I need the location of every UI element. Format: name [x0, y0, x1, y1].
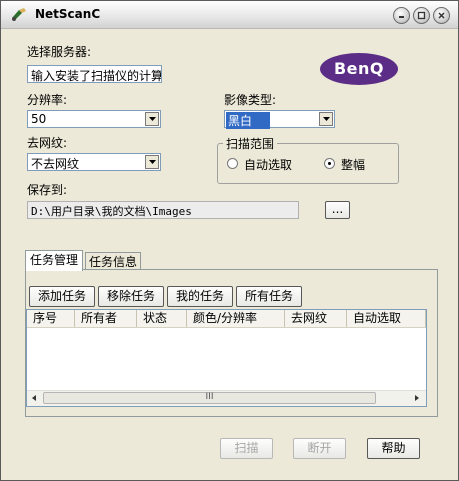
- column-header-number[interactable]: 序号: [27, 310, 75, 327]
- task-list-header: 序号 所有者 状态 颜色/分辨率 去网纹 自动选取: [27, 310, 426, 328]
- image-type-label: 影像类型:: [224, 93, 277, 107]
- resolution-select[interactable]: 50: [27, 110, 161, 128]
- remove-task-button[interactable]: 移除任务: [98, 286, 164, 307]
- chevron-down-icon: [149, 117, 156, 121]
- window-title: NetScanC: [35, 7, 101, 21]
- close-button[interactable]: [433, 7, 450, 24]
- column-header-owner[interactable]: 所有者: [75, 310, 137, 327]
- arrow-right-icon: [415, 395, 419, 401]
- save-to-label: 保存到:: [27, 183, 68, 197]
- chevron-down-icon: [323, 117, 330, 121]
- minimize-icon: [399, 16, 404, 18]
- minimize-button[interactable]: [393, 7, 410, 24]
- help-button[interactable]: 帮助: [367, 438, 420, 459]
- add-task-button[interactable]: 添加任务: [29, 286, 95, 307]
- full-page-label[interactable]: 整幅: [341, 156, 365, 173]
- my-tasks-button[interactable]: 我的任务: [167, 286, 233, 307]
- scan-range-label: 扫描范围: [223, 135, 278, 152]
- maximize-button[interactable]: [413, 7, 430, 24]
- auto-select-label[interactable]: 自动选取: [244, 156, 292, 173]
- column-header-color-resolution[interactable]: 颜色/分辨率: [187, 310, 285, 327]
- horizontal-scrollbar[interactable]: III: [27, 390, 426, 406]
- benq-logo: BenQ: [320, 53, 398, 85]
- maximize-icon: [417, 11, 426, 20]
- column-header-auto-select[interactable]: 自动选取: [347, 310, 426, 327]
- image-type-dropdown-button[interactable]: [319, 112, 333, 126]
- scanner-app-icon: [12, 8, 26, 21]
- server-label: 选择服务器:: [27, 45, 92, 59]
- scroll-left-button[interactable]: [28, 392, 42, 404]
- image-type-value: 黑白: [226, 112, 271, 129]
- image-type-select[interactable]: 黑白: [224, 110, 335, 129]
- scrollbar-thumb[interactable]: III: [43, 392, 376, 404]
- descreen-dropdown-button[interactable]: [145, 155, 159, 169]
- descreen-value: 不去网纹: [31, 157, 80, 171]
- resolution-dropdown-button[interactable]: [145, 112, 159, 126]
- all-tasks-button[interactable]: 所有任务: [236, 286, 302, 307]
- resolution-label: 分辨率:: [27, 93, 68, 107]
- column-header-status[interactable]: 状态: [137, 310, 187, 327]
- disconnect-button[interactable]: 断开: [293, 438, 346, 459]
- title-bar[interactable]: NetScanC: [1, 1, 458, 29]
- tab-task-management[interactable]: 任务管理: [25, 250, 83, 271]
- column-header-descreen[interactable]: 去网纹: [285, 310, 347, 327]
- descreen-label: 去网纹:: [27, 136, 68, 150]
- chevron-down-icon: [149, 160, 156, 164]
- full-page-radio[interactable]: [324, 158, 335, 169]
- save-path-field: D:\用户目录\我的文档\Images: [27, 201, 299, 219]
- scroll-right-button[interactable]: [410, 392, 424, 404]
- server-input[interactable]: 输入安装了扫描仪的计算: [27, 65, 162, 83]
- arrow-left-icon: [32, 395, 36, 401]
- resolution-value: 50: [31, 112, 47, 126]
- scan-button[interactable]: 扫描: [220, 438, 273, 459]
- netscanc-window: NetScanC 选择服务器: 输入安装了扫描仪的计算 BenQ 分辨率: 50…: [0, 0, 459, 481]
- close-icon: [438, 12, 445, 19]
- descreen-select[interactable]: 不去网纹: [27, 153, 161, 171]
- browse-button[interactable]: ...: [325, 201, 350, 219]
- auto-select-radio[interactable]: [227, 158, 238, 169]
- task-list[interactable]: 序号 所有者 状态 颜色/分辨率 去网纹 自动选取 III: [26, 309, 427, 407]
